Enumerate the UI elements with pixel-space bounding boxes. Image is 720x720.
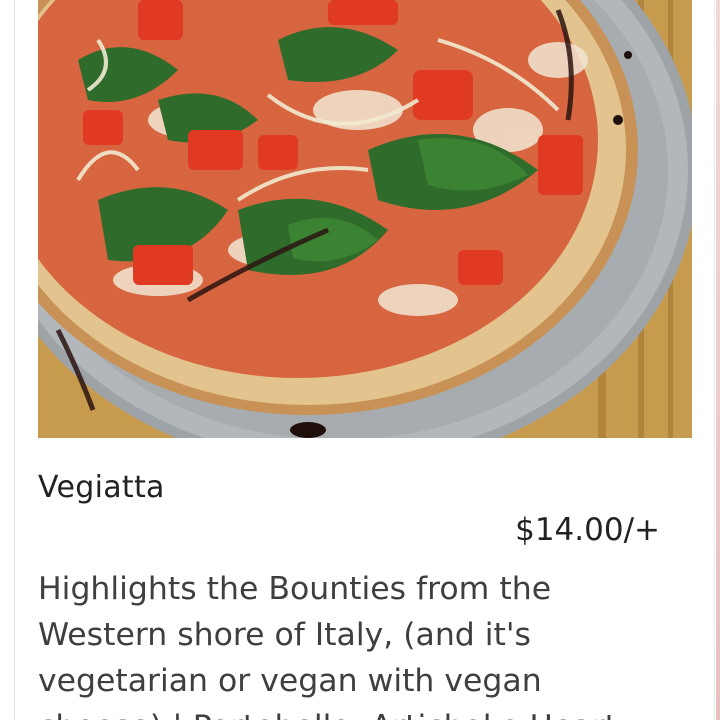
description-line: cheese) | Portobello, Artichoke Heart [38, 704, 678, 720]
description-line: Highlights the Bounties from the [38, 571, 552, 607]
item-title: Vegiatta [38, 470, 165, 505]
pizza-photo[interactable] [38, 0, 692, 438]
item-description: Highlights the Bounties from the Western… [38, 566, 678, 720]
description-line: Western shore of Italy, (and it's [38, 617, 531, 653]
menu-item-card[interactable]: Vegiatta $14.00/+ Highlights the Bountie… [16, 0, 715, 720]
menu-item-screen: Vegiatta $14.00/+ Highlights the Bountie… [0, 0, 720, 720]
pizza-image [38, 0, 692, 438]
item-price: $14.00/+ [515, 512, 660, 548]
left-border [0, 0, 15, 720]
description-line: vegetarian or vegan with vegan [38, 663, 542, 699]
right-border [716, 0, 720, 720]
